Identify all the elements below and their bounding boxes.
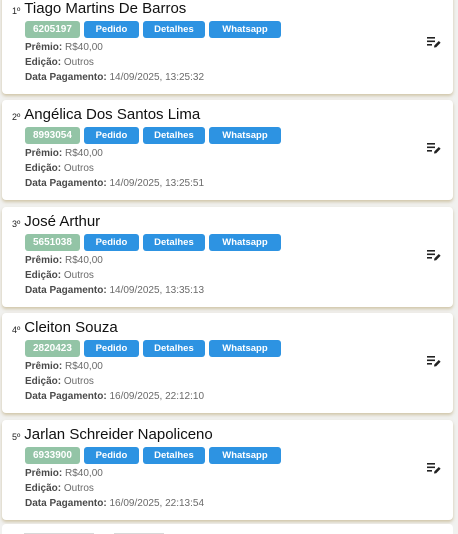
card-actions: 5651038 Pedido Detalhes Whatsapp — [25, 233, 281, 251]
whatsapp-button[interactable]: Whatsapp — [208, 21, 281, 38]
winner-card: 3º José Arthur 5651038 Pedido Detalhes W… — [2, 206, 453, 307]
winner-card: 2º Angélica Dos Santos Lima 8993054 Pedi… — [2, 100, 453, 201]
winner-card: 4º Cleiton Souza 2820423 Pedido Detalhes… — [2, 313, 453, 414]
premio-label: Prêmio: — [25, 42, 63, 53]
data-pagamento-line: Data Pagamento: 14/09/2025, 13:25:32 — [25, 72, 204, 83]
ticket-code-badge: 6205197 — [25, 21, 80, 38]
edicao-label: Edição: — [25, 163, 62, 175]
winner-card: 1º Tiago Martins De Barros 6205197 Pedid… — [2, 0, 453, 94]
premio-value: R$40,00 — [65, 361, 103, 373]
card-actions: 8993054 Pedido Detalhes Whatsapp — [25, 127, 281, 145]
card-actions: 6205197 Pedido Detalhes Whatsapp — [25, 21, 281, 38]
data-pagamento-value: 14/09/2025, 13:25:51 — [109, 178, 204, 190]
data-pagamento-value: 16/09/2025, 22:12:10 — [109, 391, 204, 403]
detalhes-button[interactable]: Detalhes — [142, 446, 205, 464]
whatsapp-button[interactable]: Whatsapp — [208, 233, 281, 251]
premio-line: Prêmio: R$40,00 — [25, 468, 103, 479]
ticket-code-badge: 2820423 — [25, 340, 80, 358]
edicao-value: Outros — [63, 376, 94, 388]
whatsapp-button[interactable]: Whatsapp — [208, 446, 281, 464]
card-actions: 2820423 Pedido Detalhes Whatsapp — [25, 340, 281, 358]
edicao-label: Edição: — [25, 482, 62, 494]
whatsapp-button[interactable]: Whatsapp — [208, 340, 281, 358]
detalhes-button[interactable]: Detalhes — [142, 21, 205, 38]
edit-list-icon[interactable] — [427, 142, 441, 154]
edit-list-icon[interactable] — [427, 249, 441, 261]
rank-label: 4º — [12, 325, 21, 336]
edicao-value: Outros — [63, 57, 94, 68]
premio-label: Prêmio: — [25, 361, 63, 373]
pedido-button[interactable]: Pedido — [83, 21, 139, 38]
premio-line: Prêmio: R$40,00 — [25, 148, 103, 159]
detalhes-button[interactable]: Detalhes — [142, 340, 205, 358]
winner-name: Jarlan Schreider Napoliceno — [24, 425, 213, 443]
card-actions: 6933900 Pedido Detalhes Whatsapp — [25, 446, 281, 464]
data-pagamento-value: 16/09/2025, 22:13:54 — [109, 497, 204, 509]
premio-value: R$40,00 — [65, 467, 103, 479]
ticket-code-badge: 8993054 — [25, 127, 80, 145]
edicao-value: Outros — [63, 163, 94, 175]
detalhes-button[interactable]: Detalhes — [142, 233, 205, 251]
edit-list-icon[interactable] — [427, 355, 441, 367]
edicao-line: Edição: Outros — [25, 270, 94, 281]
winners-list: 1º Tiago Martins De Barros 6205197 Pedid… — [0, 0, 458, 526]
card-title-row: 4º Cleiton Souza — [12, 319, 118, 336]
premio-label: Prêmio: — [25, 467, 63, 479]
card-title-row: 3º José Arthur — [12, 213, 100, 230]
rank-label: 5º — [12, 431, 21, 442]
data-pagamento-value: 14/09/2025, 13:25:32 — [109, 72, 204, 83]
premio-line: Prêmio: R$40,00 — [25, 361, 103, 372]
winner-name: Angélica Dos Santos Lima — [24, 106, 201, 124]
card-title-row: 1º Tiago Martins De Barros — [12, 0, 186, 17]
premio-label: Prêmio: — [25, 254, 63, 266]
data-pagamento-label: Data Pagamento: — [25, 284, 107, 296]
detalhes-button[interactable]: Detalhes — [142, 127, 205, 145]
premio-value: R$40,00 — [65, 254, 103, 266]
winner-name: Cleiton Souza — [24, 319, 118, 337]
data-pagamento-value: 14/09/2025, 13:35:13 — [109, 284, 204, 296]
data-pagamento-line: Data Pagamento: 14/09/2025, 13:25:51 — [25, 178, 204, 189]
data-pagamento-label: Data Pagamento: — [25, 391, 107, 403]
winner-card: 5º Jarlan Schreider Napoliceno 6933900 P… — [2, 419, 453, 520]
data-pagamento-line: Data Pagamento: 14/09/2025, 13:35:13 — [25, 285, 204, 296]
edicao-value: Outros — [63, 482, 94, 494]
premio-line: Prêmio: R$40,00 — [25, 255, 103, 266]
edicao-line: Edição: Outros — [25, 376, 94, 387]
card-title-row: 2º Angélica Dos Santos Lima — [12, 106, 200, 123]
rank-label: 3º — [12, 218, 21, 229]
pedido-button[interactable]: Pedido — [83, 340, 139, 358]
data-pagamento-label: Data Pagamento: — [25, 72, 107, 83]
premio-label: Prêmio: — [25, 148, 63, 160]
ticket-code-badge: 6933900 — [25, 446, 80, 464]
data-pagamento-label: Data Pagamento: — [25, 178, 107, 190]
edicao-value: Outros — [63, 269, 94, 281]
edicao-label: Edição: — [25, 57, 62, 68]
rank-label: 1º — [12, 6, 21, 16]
pedido-button[interactable]: Pedido — [83, 233, 139, 251]
premio-value: R$40,00 — [65, 42, 103, 53]
card-title-row: 5º Jarlan Schreider Napoliceno — [12, 426, 213, 443]
ticket-code-badge: 5651038 — [25, 233, 80, 251]
data-pagamento-label: Data Pagamento: — [25, 497, 107, 509]
next-card-partial — [2, 524, 453, 534]
edicao-line: Edição: Outros — [25, 57, 94, 68]
data-pagamento-line: Data Pagamento: 16/09/2025, 22:13:54 — [25, 498, 204, 509]
pedido-button[interactable]: Pedido — [83, 127, 139, 145]
edicao-line: Edição: Outros — [25, 483, 94, 494]
winner-name: José Arthur — [24, 212, 101, 230]
winner-name: Tiago Martins De Barros — [24, 0, 187, 17]
whatsapp-button[interactable]: Whatsapp — [208, 127, 281, 145]
rank-label: 2º — [12, 112, 21, 123]
edit-list-icon[interactable] — [427, 462, 441, 474]
premio-line: Prêmio: R$40,00 — [25, 42, 103, 53]
edicao-line: Edição: Outros — [25, 163, 94, 174]
edicao-label: Edição: — [25, 376, 62, 388]
edit-list-icon[interactable] — [427, 36, 441, 48]
pedido-button[interactable]: Pedido — [83, 446, 139, 464]
data-pagamento-line: Data Pagamento: 16/09/2025, 22:12:10 — [25, 391, 204, 402]
edicao-label: Edição: — [25, 269, 62, 281]
premio-value: R$40,00 — [65, 148, 103, 160]
